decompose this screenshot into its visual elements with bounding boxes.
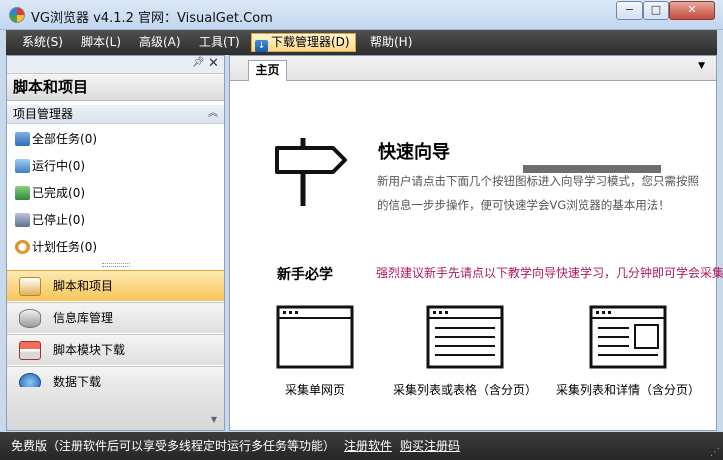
nav-database[interactable]: 信息库管理 (7, 302, 224, 333)
quick-start-line-1: 新用户请点击下面几个按钮图标进入向导学习模式，您只需按照 (377, 174, 699, 188)
quick-start-line-2: 的信息一步步操作，便可快速学会VG浏览器的基本用法！ (377, 198, 670, 212)
tree-item-label: 计划任务 (32, 240, 81, 254)
nav-label: 脚本模块下载 (53, 343, 126, 357)
panel-close-icon[interactable]: ✕ (208, 56, 219, 71)
menu-system[interactable]: 系统(S) (17, 33, 68, 52)
title-bar: VG浏览器 v4.1.2 官网：VisualGet.Com − □ ✕ (0, 0, 723, 30)
guide-list-detail[interactable]: 采集列表和详情（含分页） (548, 305, 708, 420)
license-status: 免费版（注册软件后可以享受多线程定时运行多任务等功能） (11, 439, 336, 453)
guide-single-page[interactable]: 采集单网页 (260, 305, 370, 420)
tree-item-count: (0) (80, 132, 98, 146)
status-bar: 免费版（注册软件后可以享受多线程定时运行多任务等功能） 注册软件 购买注册码 ⋰ (0, 432, 723, 460)
menu-advanced[interactable]: 高级(A) (134, 33, 186, 52)
tree-item-label: 已完成 (32, 186, 69, 200)
collapse-icon[interactable]: ︽ (208, 105, 218, 123)
tree-item-count: (0) (68, 159, 86, 173)
quick-start-title: 快速向导 (378, 142, 450, 163)
tree-item-completed[interactable]: 已完成(0) (15, 184, 85, 202)
menu-tools[interactable]: 工具(T) (194, 33, 245, 52)
menu-script[interactable]: 脚本(L) (76, 33, 126, 52)
tab-dropdown-icon[interactable]: ▼ (698, 61, 705, 71)
store-icon (19, 341, 41, 360)
newbie-title: 新手必学 (277, 267, 333, 283)
panel-title: 脚本和项目 (7, 73, 224, 101)
completed-icon (15, 186, 30, 200)
close-button[interactable]: ✕ (669, 1, 715, 20)
nav-overflow-area: ▼ (7, 387, 224, 430)
menu-download-manager-label: 下载管理器(D) (271, 35, 350, 49)
tree-item-count: (0) (68, 213, 86, 227)
script-icon (19, 277, 41, 296)
tree-item-stopped[interactable]: 已停止(0) (15, 211, 85, 229)
tree-item-label: 全部任务 (32, 132, 81, 146)
nav-module-download[interactable]: 脚本模块下载 (7, 334, 224, 365)
panel-toolbar: 📌︎ ✕ (7, 56, 224, 73)
tree-item-label: 已停止 (32, 213, 69, 227)
menu-bar: 系统(S) 脚本(L) 高级(A) 工具(T) ↓ 下载管理器(D) 帮助(H) (6, 30, 717, 55)
webpage-icon (276, 305, 354, 369)
pin-icon[interactable]: 📌︎ (192, 57, 205, 68)
maximize-button[interactable]: □ (643, 1, 669, 20)
menu-download-manager[interactable]: ↓ 下载管理器(D) (251, 33, 356, 52)
tab-strip: 主页 ▼ (230, 56, 716, 81)
computer-icon (15, 132, 30, 146)
register-link[interactable]: 注册软件 (344, 437, 392, 454)
project-manager-header[interactable]: 项目管理器 ︽ (7, 105, 224, 124)
download-manager-icon: ↓ (255, 40, 268, 52)
newbie-text: 强烈建议新手先请点以下教学向导快速学习，几分钟即可学会采集 (376, 266, 723, 280)
guide-label: 采集列表或表格（含分页） (392, 383, 537, 397)
clock-icon (15, 240, 30, 254)
guide-list-table[interactable]: 采集列表或表格（含分页） (385, 305, 545, 420)
tab-home[interactable]: 主页 (248, 60, 287, 81)
tree-item-count: (0) (80, 240, 98, 254)
nav-label: 脚本和项目 (53, 279, 114, 293)
buy-license-link[interactable]: 购买注册码 (400, 437, 460, 454)
tree-item-running[interactable]: 运行中(0) (15, 157, 85, 175)
main-panel: 主页 ▼ 快速向导 新用户请点击下面几个按钮图标进入向导学习模式，您只需按照 的… (229, 55, 723, 431)
database-icon (19, 309, 41, 328)
app-logo-icon (9, 7, 25, 23)
stopped-icon (15, 213, 30, 227)
menu-help[interactable]: 帮助(H) (365, 33, 417, 52)
tree-item-label: 运行中 (32, 159, 69, 173)
tree-item-count: (0) (68, 186, 86, 200)
redaction-bar (523, 165, 661, 173)
minimize-button[interactable]: − (616, 1, 643, 20)
guide-label: 采集列表和详情（含分页） (555, 383, 700, 397)
guide-label: 采集单网页 (284, 383, 345, 397)
chevron-down-icon[interactable]: ▼ (211, 415, 217, 424)
splitter-handle[interactable] (102, 263, 130, 267)
list-page-icon (426, 305, 504, 369)
signpost-icon (275, 138, 347, 206)
left-panel: 📌︎ ✕ 脚本和项目 项目管理器 ︽ 全部任务(0) 运行中(0) 已完成(0)… (6, 55, 225, 431)
window-title: VG浏览器 v4.1.2 官网：VisualGet.Com (31, 11, 273, 26)
nav-scripts-projects[interactable]: 脚本和项目 (7, 270, 224, 301)
nav-label: 信息库管理 (53, 311, 114, 325)
list-detail-icon (589, 305, 667, 369)
resize-grip-icon[interactable]: ⋰ (710, 447, 720, 458)
project-manager-label: 项目管理器 (13, 107, 74, 121)
tree-item-scheduled[interactable]: 计划任务(0) (15, 238, 97, 256)
running-icon (15, 159, 30, 173)
tree-item-all-tasks[interactable]: 全部任务(0) (15, 130, 97, 148)
